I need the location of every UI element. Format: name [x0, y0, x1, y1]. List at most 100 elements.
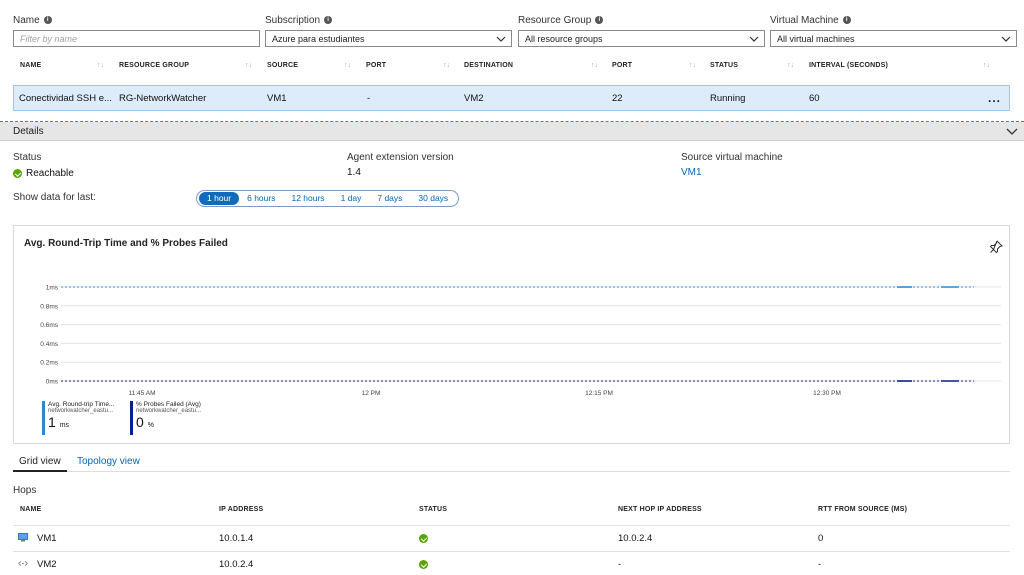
chart-plot: 0ms 0.2ms 0.4ms 0.6ms 0.8ms 1ms 11:45 AM 12 PM 1…: [40, 285, 1001, 397]
subscription-dropdown[interactable]: Azure para estudiantes: [265, 30, 512, 47]
hops-header-name[interactable]: NAME: [20, 506, 41, 513]
chart-card[interactable]: Avg. Round-Trip Time and % Probes Failed…: [13, 225, 1010, 444]
row-dest-port: 22: [612, 93, 623, 104]
legend-color-bar: [42, 401, 45, 435]
more-options-icon[interactable]: ...: [988, 91, 1001, 105]
column-header-interval[interactable]: INTERVAL (SECONDS): [809, 62, 888, 69]
hops-header-ip[interactable]: IP ADDRESS: [219, 506, 263, 513]
row-interval: 60: [809, 93, 820, 104]
virtual-machine-dropdown[interactable]: All virtual machines: [770, 30, 1017, 47]
legend-item-rtt[interactable]: Avg. Round-trip Time... networkwatcher_e…: [42, 401, 115, 435]
y-tick-label: 0.6ms: [40, 322, 58, 329]
virtual-machine-icon: [18, 533, 28, 542]
hops-header-next-hop[interactable]: NEXT HOP IP ADDRESS: [618, 506, 702, 513]
column-header-dest-port[interactable]: PORT: [612, 62, 632, 69]
column-header-port[interactable]: PORT: [366, 62, 386, 69]
y-tick-label: 0.4ms: [40, 341, 58, 348]
x-tick-label: 12 PM: [362, 390, 381, 397]
hops-label: Hops: [13, 485, 37, 496]
column-header-destination[interactable]: DESTINATION: [464, 62, 513, 69]
x-tick-label: 12:15 PM: [585, 390, 613, 397]
resource-group-label: Resource Group: [518, 14, 592, 26]
sort-icon[interactable]: ↑↓: [689, 62, 696, 69]
info-icon[interactable]: i: [842, 16, 851, 24]
table-row[interactable]: Conectividad SSH e... RG-NetworkWatcher …: [13, 85, 1010, 111]
legend-value: 1: [48, 414, 56, 430]
range-1-day[interactable]: 1 day: [333, 192, 370, 205]
hop-next-hop: -: [618, 559, 622, 570]
hop-ip: 10.0.1.4: [219, 533, 254, 544]
info-icon[interactable]: i: [43, 16, 52, 24]
info-icon[interactable]: i: [324, 16, 333, 24]
subscription-value: Azure para estudiantes: [272, 33, 365, 44]
sort-icon[interactable]: ↑↓: [245, 62, 252, 69]
column-header-status[interactable]: STATUS: [710, 62, 738, 69]
sort-icon[interactable]: ↑↓: [97, 62, 104, 69]
source-vm-link[interactable]: VM1: [681, 167, 702, 178]
table-row[interactable]: VM2 10.0.2.4 - -: [13, 551, 1010, 575]
x-tick-label: 12:30 PM: [813, 390, 841, 397]
hop-name-link[interactable]: VM2: [37, 559, 57, 570]
row-status: Running: [710, 93, 746, 104]
column-header-source[interactable]: SOURCE: [267, 62, 298, 69]
resource-group-dropdown[interactable]: All resource groups: [518, 30, 765, 47]
chevron-down-icon[interactable]: [1006, 126, 1018, 136]
hop-rtt: 0: [818, 533, 824, 544]
row-destination: VM2: [464, 93, 484, 104]
range-12-hours[interactable]: 12 hours: [283, 192, 332, 205]
range-1-hour[interactable]: 1 hour: [199, 192, 240, 205]
time-range-selector: 1 hour 6 hours 12 hours 1 day 7 days 30 …: [196, 190, 460, 207]
range-30-days[interactable]: 30 days: [410, 192, 456, 205]
hop-rtt: -: [818, 559, 822, 570]
hops-header-rtt[interactable]: RTT FROM SOURCE (MS): [818, 506, 907, 513]
filter-bar: Name i Filter by name Subscription i Azure…: [13, 14, 1017, 47]
y-tick-label: 1ms: [46, 285, 59, 292]
resource-group-filter: Resource Group i All resource groups: [518, 14, 765, 47]
tab-topology-view[interactable]: Topology view: [77, 456, 140, 467]
agent-version-value: 1.4: [347, 167, 361, 178]
sort-icon[interactable]: ↑↓: [983, 62, 990, 69]
subscription-filter: Subscription i Azure para estudiantes: [265, 14, 512, 47]
y-tick-label: 0.8ms: [40, 303, 58, 310]
sort-icon[interactable]: ↑↓: [787, 62, 794, 69]
chevron-down-icon: [749, 36, 759, 42]
legend-color-bar: [130, 401, 133, 435]
details-title: Details: [13, 126, 44, 137]
view-tabs: Grid view Topology view: [13, 452, 1010, 472]
range-7-days[interactable]: 7 days: [369, 192, 410, 205]
sort-icon[interactable]: ↑↓: [591, 62, 598, 69]
name-filter-input[interactable]: Filter by name: [13, 30, 260, 47]
subscription-label: Subscription: [265, 14, 321, 26]
hop-next-hop: 10.0.2.4: [618, 533, 653, 544]
column-header-name[interactable]: NAME: [20, 62, 41, 69]
hop-name-link[interactable]: VM1: [37, 533, 57, 544]
hops-header-status[interactable]: STATUS: [419, 506, 447, 513]
column-header-resource-group[interactable]: RESOURCE GROUP: [119, 62, 189, 69]
info-icon[interactable]: i: [595, 16, 604, 24]
legend-series-name: % Probes Failed (Avg): [136, 401, 201, 408]
tab-grid-view[interactable]: Grid view: [13, 456, 67, 472]
agent-version-label: Agent extension version: [347, 152, 454, 163]
row-port: -: [367, 93, 371, 104]
legend-series-name: Avg. Round-trip Time...: [48, 401, 115, 408]
details-bar[interactable]: Details: [0, 122, 1024, 141]
virtual-machine-label: Virtual Machine: [770, 14, 839, 26]
chevron-down-icon: [496, 36, 506, 42]
sort-icon[interactable]: ↑↓: [344, 62, 351, 69]
legend-item-probes-failed[interactable]: % Probes Failed (Avg) networkwatcher_eas…: [130, 401, 201, 435]
table-header: NAME ↑↓ RESOURCE GROUP ↑↓ SOURCE ↑↓ PORT…: [13, 62, 1010, 78]
hop-ip: 10.0.2.4: [219, 559, 254, 570]
row-resource-group: RG-NetworkWatcher: [119, 93, 207, 104]
range-6-hours[interactable]: 6 hours: [239, 192, 283, 205]
hop-status: [419, 560, 428, 572]
chevron-down-icon: [1001, 36, 1011, 42]
sort-icon[interactable]: ↑↓: [443, 62, 450, 69]
name-filter: Name i Filter by name: [13, 14, 260, 47]
y-tick-label: 0.2ms: [40, 360, 58, 367]
table-row[interactable]: VM1 10.0.1.4 10.0.2.4 0: [13, 525, 1010, 550]
virtual-machine-filter: Virtual Machine i All virtual machines: [770, 14, 1017, 47]
virtual-machine-value: All virtual machines: [777, 33, 855, 44]
connection-icon: [18, 561, 28, 566]
source-vm-label: Source virtual machine: [681, 152, 783, 163]
check-circle-icon: [13, 169, 22, 178]
